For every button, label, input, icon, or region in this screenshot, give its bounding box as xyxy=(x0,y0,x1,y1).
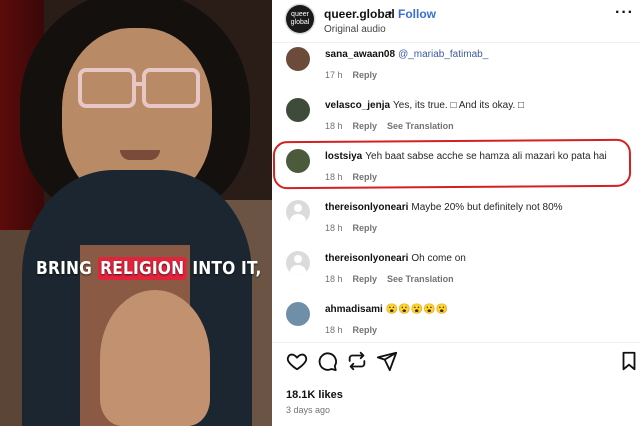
video-figure-mouth xyxy=(120,150,160,160)
comment-body: Yeh baat sabse acche se hamza ali mazari… xyxy=(365,151,607,162)
avatar-text: queer xyxy=(291,11,309,18)
post-header: queer global queer.global • Follow Origi… xyxy=(272,0,640,42)
commenter-username[interactable]: thereisonlyoneari xyxy=(325,202,408,213)
commenter-avatar[interactable] xyxy=(286,98,310,122)
reply-button[interactable]: Reply xyxy=(353,274,378,284)
comment-item: ahmadisami 😮😮😮😮😮 18 h Reply xyxy=(272,302,640,344)
account-username[interactable]: queer.global xyxy=(324,7,395,21)
commenter-avatar[interactable] xyxy=(286,302,310,326)
reply-button[interactable]: Reply xyxy=(353,70,378,80)
commenter-avatar[interactable] xyxy=(286,200,310,224)
comment-text: thereisonlyoneari Oh come on xyxy=(325,253,466,264)
comment-text: ahmadisami 😮😮😮😮😮 xyxy=(325,304,448,315)
comment-meta: 18 h Reply xyxy=(325,223,387,233)
glasses-left-lens xyxy=(78,68,136,108)
comment-time: 18 h xyxy=(325,274,343,284)
avatar-text: global xyxy=(290,19,310,26)
comment-body: Oh come on xyxy=(411,253,466,264)
reply-button[interactable]: Reply xyxy=(353,223,378,233)
commenter-username[interactable]: velasco_jenja xyxy=(325,100,390,111)
original-audio-link[interactable]: Original audio xyxy=(324,24,386,35)
comment-time: 17 h xyxy=(325,70,343,80)
comment-text: thereisonlyoneari Maybe 20% but definitel… xyxy=(325,202,563,213)
comment-item: lostsiya Yeh baat sabse acche se hamza al… xyxy=(272,149,640,191)
comment-meta: 18 h Reply xyxy=(325,172,387,182)
comment-body: Yes, its true. □ And its okay. □ xyxy=(393,100,525,111)
caption-highlight: RELIGION xyxy=(97,257,187,280)
see-translation-button[interactable]: See Translation xyxy=(387,121,454,131)
mention-link[interactable]: @_mariab_fatimab_ xyxy=(398,49,488,60)
commenter-username[interactable]: ahmadisami xyxy=(325,304,383,315)
commenter-username[interactable]: thereisonlyoneari xyxy=(325,253,408,264)
comment-item: velasco_jenja Yes, its true. □ And its ok… xyxy=(272,98,640,140)
reply-button[interactable]: Reply xyxy=(353,121,378,131)
comment-body: Maybe 20% but definitely not 80% xyxy=(411,202,563,213)
see-translation-button[interactable]: See Translation xyxy=(387,274,454,284)
heart-icon[interactable] xyxy=(286,350,308,372)
comment-time: 18 h xyxy=(325,172,343,182)
comment-time: 18 h xyxy=(325,223,343,233)
reply-button[interactable]: Reply xyxy=(353,325,378,335)
follow-button[interactable]: Follow xyxy=(398,7,436,21)
bookmark-icon[interactable] xyxy=(618,350,640,372)
account-avatar[interactable]: queer global xyxy=(286,5,314,33)
separator-dot: • xyxy=(388,6,393,20)
caption-word: BRING xyxy=(36,258,93,279)
reply-button[interactable]: Reply xyxy=(353,172,378,182)
more-icon[interactable]: ··· xyxy=(615,4,634,22)
commenter-username[interactable]: lostsiya xyxy=(325,151,362,162)
comment-meta: 18 h Reply See Translation xyxy=(325,121,464,131)
comment-body: 😮😮😮😮😮 xyxy=(385,304,449,315)
comment-meta: 18 h Reply See Translation xyxy=(325,274,464,284)
post-date: 3 days ago xyxy=(286,405,331,415)
commenter-username[interactable]: sana_awaan08 xyxy=(325,49,395,60)
actions-divider xyxy=(272,342,640,343)
header-divider xyxy=(272,42,640,43)
action-bar xyxy=(272,350,640,378)
comment-text: velasco_jenja Yes, its true. □ And its ok… xyxy=(325,100,524,111)
share-icon[interactable] xyxy=(376,350,398,372)
video-caption: BRING RELIGION INTO IT, xyxy=(36,257,262,280)
commenter-avatar[interactable] xyxy=(286,47,310,71)
comment-item: thereisonlyoneari Oh come on 18 h Reply See … xyxy=(272,251,640,293)
glasses-bridge xyxy=(133,82,145,86)
like-count[interactable]: 18.1K likes xyxy=(286,389,343,401)
comments-panel: queer global queer.global • Follow Origi… xyxy=(272,0,640,426)
comment-meta: 18 h Reply xyxy=(325,325,387,335)
commenter-avatar[interactable] xyxy=(286,149,310,173)
comment-time: 18 h xyxy=(325,121,343,131)
commenter-avatar[interactable] xyxy=(286,251,310,275)
comment-text: lostsiya Yeh baat sabse acche se hamza al… xyxy=(325,151,607,162)
glasses-right-lens xyxy=(142,68,200,108)
repost-icon[interactable] xyxy=(346,350,368,372)
comment-item: thereisonlyoneari Maybe 20% but definitel… xyxy=(272,200,640,242)
comment-icon[interactable] xyxy=(316,350,338,372)
caption-word: INTO IT, xyxy=(192,258,262,279)
comment-meta: 17 h Reply xyxy=(325,70,387,80)
comment-time: 18 h xyxy=(325,325,343,335)
comment-item: sana_awaan08 @_mariab_fatimab_ 17 h Reply xyxy=(272,47,640,89)
video-figure-hand xyxy=(100,290,210,426)
comment-text: sana_awaan08 @_mariab_fatimab_ xyxy=(325,49,488,60)
video-player[interactable]: BRING RELIGION INTO IT, xyxy=(0,0,272,426)
